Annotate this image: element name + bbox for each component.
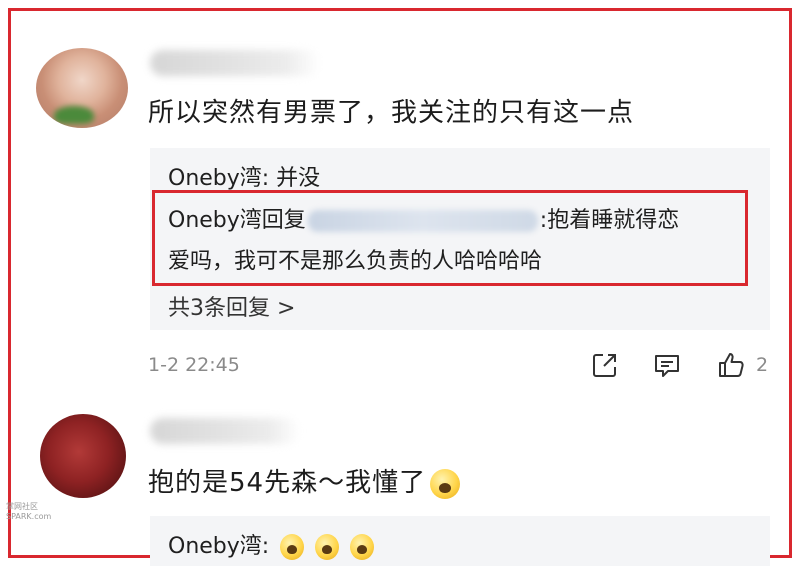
share-icon[interactable] xyxy=(590,350,620,380)
message-icon[interactable] xyxy=(652,350,682,380)
comment-text: 所以突然有男票了，我关注的只有这一点 xyxy=(148,98,635,128)
thumbs-up-icon[interactable] xyxy=(716,350,746,380)
timestamp: 1-2 22:45 xyxy=(148,354,240,376)
avatar[interactable] xyxy=(40,414,126,498)
reply-text-continued: 爱吗，我可不是那么负责的人哈哈哈哈 xyxy=(168,249,543,274)
avatar[interactable] xyxy=(36,48,128,128)
emoji-icon xyxy=(280,534,305,560)
reply-item[interactable]: Oneby湾: xyxy=(168,528,375,560)
watermark-line: 掌网社区 xyxy=(6,502,38,511)
reply-author: Oneby湾: xyxy=(168,534,270,559)
watermark-line: SPARK.com xyxy=(6,512,52,521)
reply-item-highlighted[interactable]: Oneby湾回复 :抱着睡就得恋 xyxy=(168,202,679,234)
emoji-icon xyxy=(430,468,461,499)
emoji-icon xyxy=(315,534,340,560)
blurred-username[interactable] xyxy=(150,418,300,444)
blurred-username[interactable] xyxy=(150,50,320,76)
reply-item[interactable]: Oneby湾: 并没 xyxy=(168,160,320,192)
comment-text-content: 抱的是54先森～我懂了 xyxy=(148,468,427,498)
blurred-username xyxy=(307,210,538,232)
reply-text: :抱着睡就得恋 xyxy=(539,208,680,233)
reply-author: Oneby湾回复 xyxy=(168,208,306,233)
emoji-icon xyxy=(350,534,375,560)
more-replies-link[interactable]: 共3条回复 > xyxy=(168,290,295,322)
watermark: 掌网社区 SPARK.com xyxy=(6,502,51,522)
comment-text: 抱的是54先森～我懂了 xyxy=(148,462,461,499)
like-count: 2 xyxy=(756,354,769,376)
